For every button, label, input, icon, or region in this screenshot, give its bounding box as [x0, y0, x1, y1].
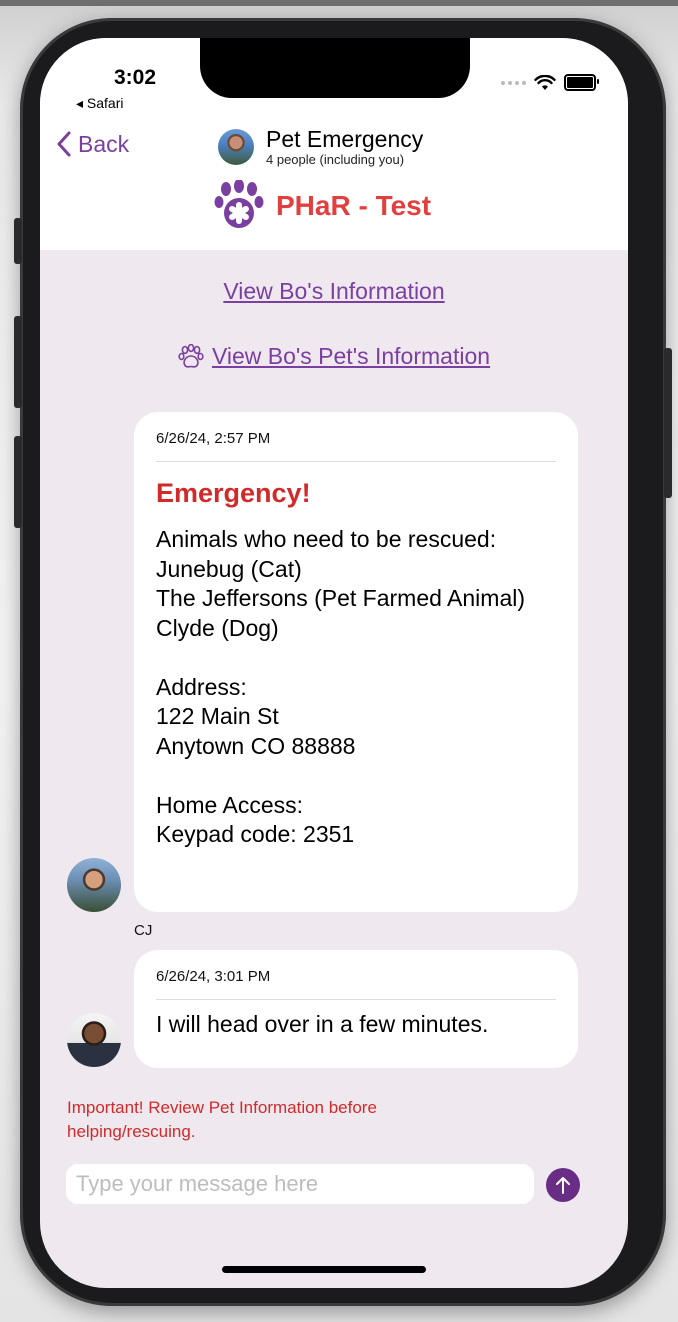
message-line: Address:	[156, 673, 247, 700]
message-line: Junebug (Cat)	[156, 555, 302, 582]
message-text: I will head over in a few minutes.	[156, 1011, 489, 1037]
message-input[interactable]	[66, 1164, 534, 1204]
status-time: 3:02	[114, 66, 157, 89]
status-indicators	[501, 74, 599, 91]
cellular-signal-icon	[501, 80, 526, 85]
pet-info-link[interactable]: View Bo's Pet's Information	[40, 343, 628, 370]
pet-info-link-text[interactable]: View Bo's Pet's Information	[212, 343, 490, 370]
chat-title: Pet Emergency	[266, 126, 424, 152]
message-line: 122 Main St	[156, 703, 279, 729]
paw-icon	[214, 180, 264, 228]
window-top-edge	[0, 0, 678, 6]
owner-info-link[interactable]: View Bo's Information	[40, 278, 628, 305]
app-screen: 3:02 ◂ Safari Back Pet Emergency 4 peopl…	[40, 38, 628, 1288]
device-notch	[200, 38, 470, 98]
back-label: Back	[78, 130, 130, 157]
message-line: Keypad code: 2351	[156, 821, 355, 847]
send-button[interactable]	[546, 1168, 580, 1202]
sender-avatar[interactable]	[67, 858, 121, 912]
group-avatar	[218, 129, 254, 165]
chevron-left-icon	[57, 131, 71, 157]
arrow-up-icon	[556, 1177, 570, 1194]
home-indicator[interactable]	[222, 1266, 426, 1273]
message-body: Animals who need to be rescued: Junebug …	[156, 525, 556, 850]
message-timestamp: 6/26/24, 2:57 PM	[156, 430, 556, 462]
volume-down-button	[14, 436, 22, 528]
message-line: Home Access:	[156, 791, 303, 818]
chat-member-count: 4 people (including you)	[266, 152, 405, 167]
message-timestamp: 6/26/24, 3:01 PM	[156, 968, 556, 1000]
message-bubble: 6/26/24, 2:57 PM Emergency! Animals who …	[134, 412, 578, 912]
message-line: The Jeffersons (Pet Farmed Animal)	[156, 585, 525, 611]
message-line: Anytown CO 88888	[156, 732, 356, 759]
volume-up-button	[14, 316, 22, 408]
message-line: Clyde (Dog)	[156, 614, 279, 641]
mute-switch	[14, 218, 22, 264]
chat-title-group[interactable]: Pet Emergency 4 people (including you)	[218, 126, 423, 168]
battery-icon	[564, 74, 599, 91]
brand-name: PHaR - Test	[276, 190, 432, 221]
paw-outline-icon	[178, 343, 204, 368]
reply-avatar[interactable]	[67, 1013, 121, 1067]
power-button	[664, 348, 672, 498]
message-line	[156, 761, 556, 791]
status-back-to-safari[interactable]: ◂ Safari	[76, 95, 124, 112]
back-button[interactable]: Back	[56, 130, 129, 158]
message-bubble: 6/26/24, 3:01 PM I will head over in a f…	[134, 950, 578, 1068]
brand-banner: PHaR - Test	[214, 180, 431, 232]
emergency-heading: Emergency!	[156, 478, 311, 508]
sender-name: CJ	[134, 922, 153, 939]
message-line	[156, 643, 556, 673]
review-warning: Important! Review Pet Information before…	[67, 1098, 377, 1141]
wifi-icon	[534, 74, 556, 90]
owner-info-link-text[interactable]: View Bo's Information	[223, 278, 444, 305]
message-line: Animals who need to be rescued:	[156, 526, 497, 552]
